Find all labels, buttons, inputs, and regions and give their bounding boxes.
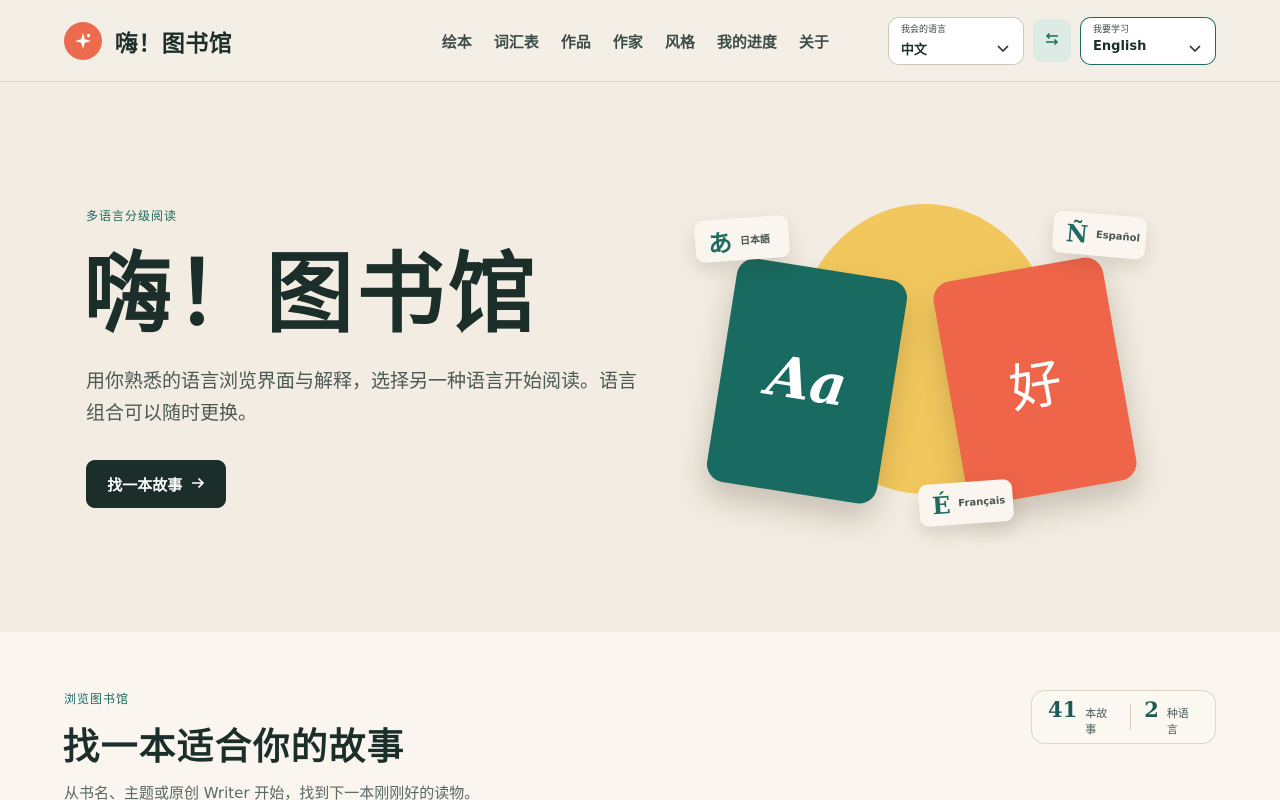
hero-description: 用你熟悉的语言浏览界面与解释，选择另一种语言开始阅读。语言组合可以随时更换。 <box>86 370 638 424</box>
browse-section: 浏览图书馆 找一本适合你的故事 从书名、主题或原创 Writer 开始，找到下一… <box>0 632 1280 800</box>
hero-section: 多语言分级阅读 嗨！图书馆 用你熟悉的语言浏览界面与解释，选择另一种语言开始阅读… <box>0 82 1280 632</box>
nav-styles[interactable]: 风格 <box>665 31 695 52</box>
hero-title: 嗨！图书馆 <box>84 242 540 345</box>
stat-languages-number: 2 <box>1144 697 1159 722</box>
nav-authors[interactable]: 作家 <box>613 31 643 52</box>
known-language-select[interactable]: 我会的语言 中文 <box>888 17 1024 65</box>
chevron-down-icon <box>997 38 1009 57</box>
sparkle-logo-icon <box>64 22 102 60</box>
brand-name: 嗨！图书馆 <box>115 31 233 57</box>
stat-stories-number: 41 <box>1048 697 1078 722</box>
french-chip: É Français <box>917 478 1015 528</box>
latin-letter-card: Aa <box>704 255 910 507</box>
browse-title: 找一本适合你的故事 <box>63 725 405 768</box>
japanese-chip-glyph: あ <box>707 227 734 258</box>
nav-vocabulary[interactable]: 词汇表 <box>494 31 539 52</box>
browse-eyebrow: 浏览图书馆 <box>64 692 130 706</box>
site-header: 嗨！图书馆 绘本 词汇表 作品 作家 风格 我的进度 关于 我会的语言 中文 我… <box>0 0 1280 82</box>
browse-description: 从书名、主题或原创 Writer 开始，找到下一本刚刚好的读物。 <box>64 784 480 800</box>
target-language-value: English <box>1093 39 1147 54</box>
hero-eyebrow: 多语言分级阅读 <box>86 209 178 223</box>
nav-picture-books[interactable]: 绘本 <box>442 31 472 52</box>
target-language-caption: 我要学习 <box>1093 25 1130 35</box>
spanish-chip-label: Español <box>1095 229 1141 245</box>
chinese-character-card-text: 好 <box>1005 352 1067 421</box>
known-language-value: 中文 <box>901 43 928 58</box>
swap-arrows-icon <box>1044 31 1060 50</box>
japanese-chip: あ 日本語 <box>693 214 791 264</box>
spanish-chip-glyph: Ñ <box>1064 217 1090 249</box>
find-story-label: 找一本故事 <box>107 475 183 494</box>
japanese-chip-label: 日本語 <box>739 233 771 247</box>
spanish-chip: Ñ Español <box>1051 210 1148 260</box>
target-language-select[interactable]: 我要学习 English <box>1080 17 1216 65</box>
stat-stories: 41 本故事 <box>1048 697 1117 737</box>
arrow-right-icon <box>191 475 205 493</box>
french-chip-glyph: É <box>931 489 952 520</box>
nav-about[interactable]: 关于 <box>799 31 829 52</box>
nav-my-progress[interactable]: 我的进度 <box>717 31 777 52</box>
chevron-down-icon <box>1189 38 1201 57</box>
find-story-button[interactable]: 找一本故事 <box>86 460 226 508</box>
swap-languages-button[interactable] <box>1033 19 1071 62</box>
latin-letter-card-text: Aa <box>762 342 852 420</box>
nav-works[interactable]: 作品 <box>561 31 591 52</box>
main-nav: 绘本 词汇表 作品 作家 风格 我的进度 关于 <box>442 31 829 52</box>
stat-languages: 2 种语言 <box>1144 697 1199 737</box>
french-chip-label: Français <box>957 494 1006 510</box>
stat-languages-unit: 种语言 <box>1166 707 1189 736</box>
hero-illustration: Aa 好 あ 日本語 Ñ Español É Français <box>690 194 1160 554</box>
brand[interactable]: 嗨！图书馆 <box>64 22 233 60</box>
known-language-caption: 我会的语言 <box>901 25 947 35</box>
stat-divider <box>1130 704 1132 730</box>
library-stats: 41 本故事 2 种语言 <box>1031 690 1216 744</box>
stat-stories-unit: 本故事 <box>1085 707 1108 736</box>
